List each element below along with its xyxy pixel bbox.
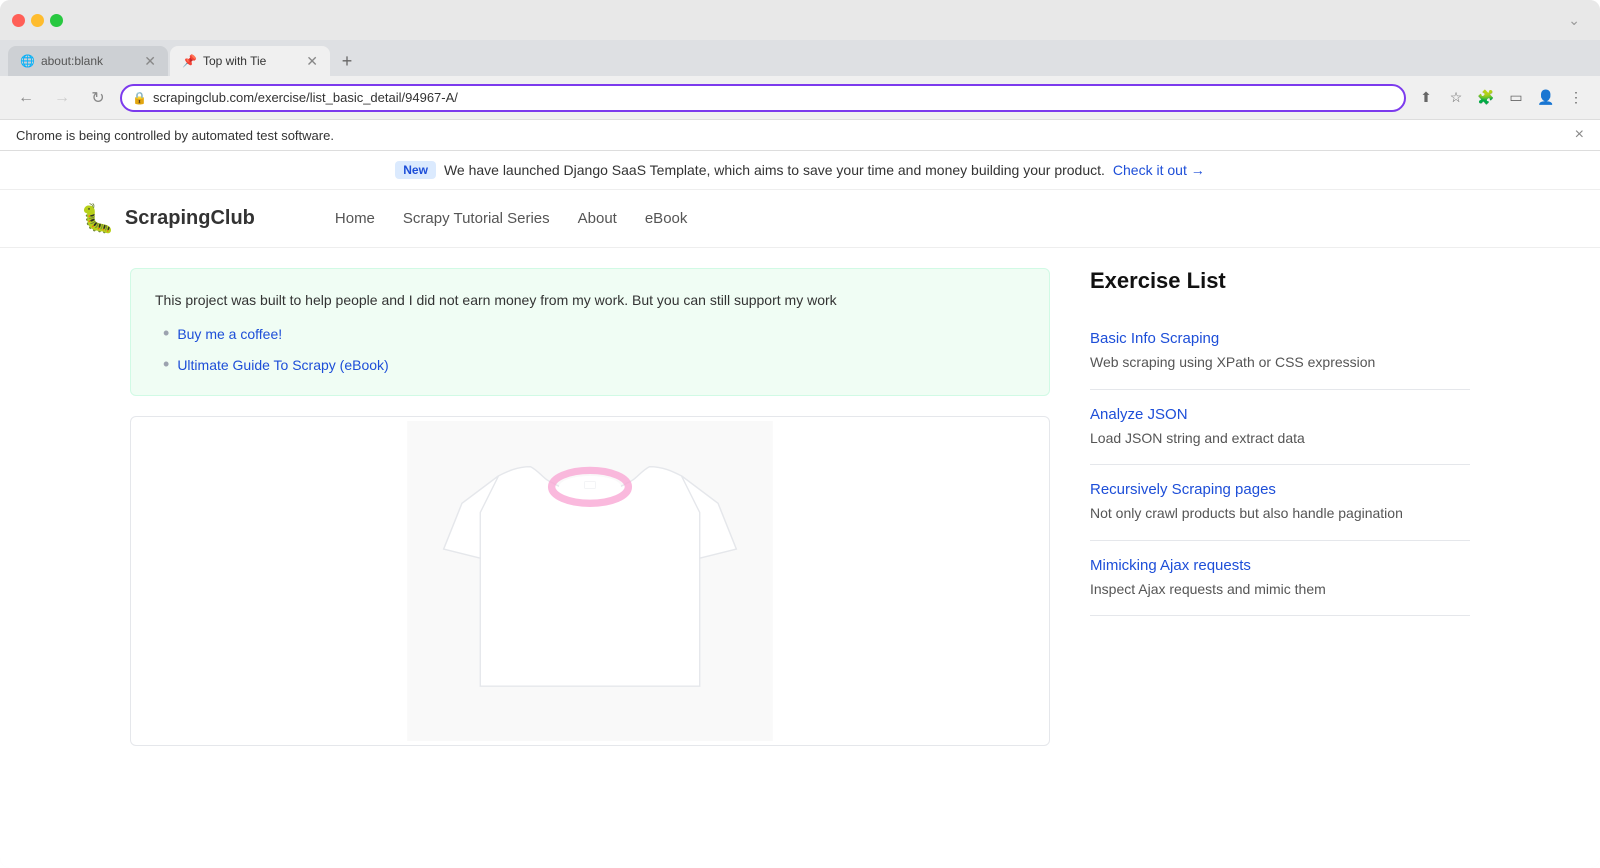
- exercise-list-sidebar: Exercise List Basic Info Scraping Web sc…: [1090, 268, 1470, 746]
- exercise-item-recursive: Recursively Scraping pages Not only craw…: [1090, 465, 1470, 541]
- nav-actions: ⬆ ☆ 🧩 ▭ 👤 ⋮: [1414, 86, 1588, 110]
- product-image-box: [130, 416, 1050, 746]
- list-item: Ultimate Guide To Scrapy (eBook): [163, 354, 1025, 375]
- traffic-lights: [12, 14, 63, 27]
- address-text: scrapingclub.com/exercise/list_basic_det…: [153, 90, 1394, 105]
- tshirt-svg: [380, 421, 800, 741]
- refresh-button[interactable]: ↻: [84, 84, 112, 112]
- forward-button[interactable]: →: [48, 84, 76, 112]
- tab-top-with-tie[interactable]: 📌 Top with Tie ✕: [170, 46, 330, 76]
- exercise-desc-ajax: Inspect Ajax requests and mimic them: [1090, 580, 1470, 600]
- page-content: New We have launched Django SaaS Templat…: [0, 151, 1600, 868]
- nav-scrapy-tutorial[interactable]: Scrapy Tutorial Series: [403, 210, 550, 227]
- product-image: [131, 417, 1049, 745]
- main-navigation: 🐛 ScrapingClub Home Scrapy Tutorial Seri…: [0, 190, 1600, 248]
- logo-icon: 🐛: [80, 202, 115, 235]
- tab-top-with-tie-close[interactable]: ✕: [306, 53, 318, 70]
- exercise-item-json: Analyze JSON Load JSON string and extrac…: [1090, 390, 1470, 466]
- exercise-link-basic[interactable]: Basic Info Scraping: [1090, 330, 1470, 347]
- nav-about[interactable]: About: [578, 210, 617, 227]
- exercise-link-json[interactable]: Analyze JSON: [1090, 406, 1470, 423]
- globe-icon: 🌐: [20, 54, 35, 68]
- profile-icon[interactable]: 👤: [1534, 86, 1558, 110]
- bookmark-icon[interactable]: ☆: [1444, 86, 1468, 110]
- lock-icon: 🔒: [132, 91, 147, 105]
- tab-about-blank-close[interactable]: ✕: [144, 53, 156, 70]
- new-badge: New: [395, 161, 436, 179]
- main-layout: This project was built to help people an…: [50, 248, 1550, 766]
- tab-top-with-tie-label: Top with Tie: [203, 54, 266, 68]
- left-content: This project was built to help people an…: [130, 268, 1050, 746]
- address-bar[interactable]: 🔒 scrapingclub.com/exercise/list_basic_d…: [120, 84, 1406, 112]
- announcement-banner: New We have launched Django SaaS Templat…: [0, 151, 1600, 190]
- nav-ebook[interactable]: eBook: [645, 210, 688, 227]
- tab-about-blank[interactable]: 🌐 about:blank ✕: [8, 46, 168, 76]
- buy-coffee-link[interactable]: Buy me a coffee!: [177, 326, 282, 342]
- new-tab-button[interactable]: +: [332, 46, 362, 76]
- nav-links: Home Scrapy Tutorial Series About eBook: [335, 210, 688, 227]
- browser-nav-bar: ← → ↻ 🔒 scrapingclub.com/exercise/list_b…: [0, 76, 1600, 120]
- support-text: This project was built to help people an…: [155, 289, 1025, 311]
- announcement-text: We have launched Django SaaS Template, w…: [444, 162, 1105, 178]
- tab-about-blank-label: about:blank: [41, 54, 103, 68]
- automation-message: Chrome is being controlled by automated …: [16, 128, 334, 143]
- pin-icon: 📌: [182, 54, 197, 68]
- maximize-button[interactable]: [50, 14, 63, 27]
- logo-text: ScrapingClub: [125, 207, 255, 230]
- exercise-desc-basic: Web scraping using XPath or CSS expressi…: [1090, 353, 1470, 373]
- exercise-link-ajax[interactable]: Mimicking Ajax requests: [1090, 557, 1470, 574]
- automation-close-button[interactable]: ×: [1575, 126, 1584, 144]
- share-icon[interactable]: ⬆: [1414, 86, 1438, 110]
- extension-icon[interactable]: 🧩: [1474, 86, 1498, 110]
- nav-home[interactable]: Home: [335, 210, 375, 227]
- window-chevron-icon: ⌄: [1568, 12, 1580, 29]
- tabs-bar: 🌐 about:blank ✕ 📌 Top with Tie ✕ +: [0, 40, 1600, 76]
- exercise-desc-recursive: Not only crawl products but also handle …: [1090, 504, 1470, 524]
- exercise-item-basic: Basic Info Scraping Web scraping using X…: [1090, 314, 1470, 390]
- back-button[interactable]: ←: [12, 84, 40, 112]
- exercise-item-ajax: Mimicking Ajax requests Inspect Ajax req…: [1090, 541, 1470, 617]
- support-list: Buy me a coffee! Ultimate Guide To Scrap…: [155, 323, 1025, 375]
- check-it-out-link[interactable]: Check it out →: [1113, 162, 1205, 178]
- ebook-link[interactable]: Ultimate Guide To Scrapy (eBook): [177, 357, 388, 373]
- title-bar: ⌄: [0, 0, 1600, 40]
- minimize-button[interactable]: [31, 14, 44, 27]
- support-box: This project was built to help people an…: [130, 268, 1050, 396]
- logo: 🐛 ScrapingClub: [80, 202, 255, 235]
- sidebar-icon[interactable]: ▭: [1504, 86, 1528, 110]
- exercise-list-title: Exercise List: [1090, 268, 1470, 294]
- automation-bar: Chrome is being controlled by automated …: [0, 120, 1600, 151]
- exercise-desc-json: Load JSON string and extract data: [1090, 429, 1470, 449]
- menu-icon[interactable]: ⋮: [1564, 86, 1588, 110]
- list-item: Buy me a coffee!: [163, 323, 1025, 344]
- close-button[interactable]: [12, 14, 25, 27]
- exercise-link-recursive[interactable]: Recursively Scraping pages: [1090, 481, 1470, 498]
